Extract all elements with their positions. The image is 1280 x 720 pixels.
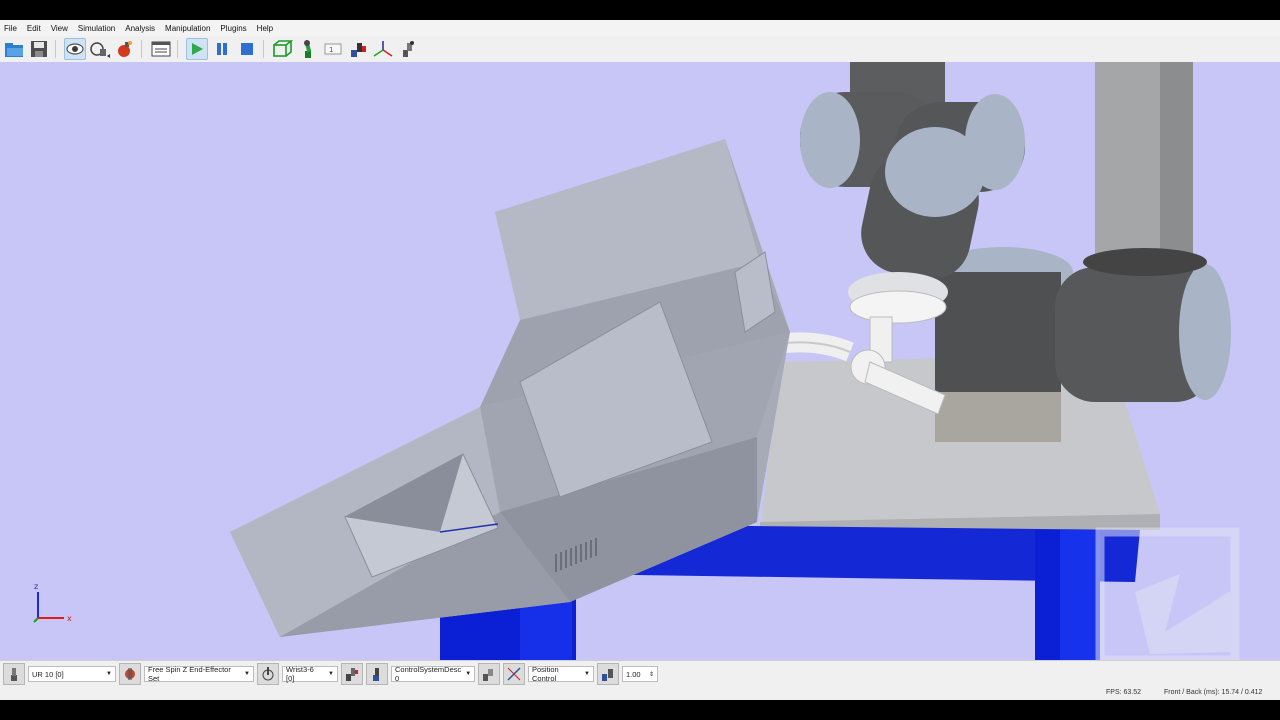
menu-manipulation[interactable]: Manipulation: [165, 24, 210, 33]
svg-text:1: 1: [329, 46, 333, 54]
stop-icon[interactable]: [236, 38, 258, 60]
render-time-readout: Front / Back (ms): 15.74 / 0.412: [1164, 689, 1263, 696]
menu-bar: File Edit View Simulation Analysis Manip…: [0, 20, 1280, 36]
menu-view[interactable]: View: [51, 24, 68, 33]
pause-icon[interactable]: [211, 38, 233, 60]
chevron-down-icon: ▼: [106, 671, 112, 677]
link-icon[interactable]: [257, 663, 279, 685]
play-icon[interactable]: [186, 38, 208, 60]
control-system-icon[interactable]: [366, 663, 388, 685]
menu-file[interactable]: File: [4, 24, 17, 33]
toolbar-separator: [55, 40, 56, 58]
axis-indicator: z x: [30, 582, 80, 627]
frame-icon[interactable]: 1: [322, 38, 344, 60]
box-icon[interactable]: [272, 38, 294, 60]
control-mode-select[interactable]: Position Control ▼: [528, 665, 594, 683]
scene-graphics: [230, 62, 1240, 660]
link-select-value: Wrist3-6 [0]: [286, 665, 314, 683]
speed-spinbox-value: 1.00: [626, 669, 641, 679]
3d-viewport[interactable]: z x: [0, 62, 1280, 660]
bomb-icon[interactable]: [114, 38, 136, 60]
eye-icon[interactable]: [64, 38, 86, 60]
chevron-down-icon: ▼: [328, 671, 334, 677]
menu-edit[interactable]: Edit: [27, 24, 41, 33]
control-mode-robot-icon[interactable]: [478, 663, 500, 685]
axis-z-label: z: [34, 582, 38, 591]
spin-arrows-icon[interactable]: ⇕: [649, 671, 654, 678]
speed-icon[interactable]: [597, 663, 619, 685]
link-select[interactable]: Wrist3-6 [0] ▼: [282, 665, 338, 683]
save-icon[interactable]: [28, 38, 50, 60]
menu-simulation[interactable]: Simulation: [78, 24, 115, 33]
window-top-strip: [0, 0, 1280, 20]
control-mode-select-value: Position Control: [532, 665, 559, 683]
end-effector-select-value: Free Spin Z End-Effector Set: [148, 665, 231, 683]
axis-icon[interactable]: [372, 38, 394, 60]
menu-analysis[interactable]: Analysis: [125, 24, 155, 33]
toolbar-separator: [177, 40, 178, 58]
speed-spinbox[interactable]: 1.00 ⇕: [622, 666, 658, 682]
axis-x-label: x: [67, 614, 72, 623]
menu-help[interactable]: Help: [257, 24, 273, 33]
menu-plugins[interactable]: Plugins: [220, 24, 246, 33]
toolbar-separator: [263, 40, 264, 58]
robot-select-icon[interactable]: [3, 663, 25, 685]
control-robot-icon[interactable]: [341, 663, 363, 685]
end-effector-icon[interactable]: [119, 663, 141, 685]
status-toolbar: UR 10 [0] ▼ Free Spin Z End-Effector Set ▼…: [0, 660, 1280, 687]
camera-icon[interactable]: [89, 38, 111, 60]
display-settings-icon[interactable]: [150, 38, 172, 60]
chevron-down-icon: ▼: [584, 671, 590, 677]
robot-icon[interactable]: [297, 38, 319, 60]
robot-select-value: UR 10 [0]: [32, 669, 64, 679]
info-bar: FPS: 63.52 Front / Back (ms): 15.74 / 0.…: [0, 686, 1280, 700]
toolbar-separator: [141, 40, 142, 58]
position-control-icon[interactable]: [503, 663, 525, 685]
control-system-select[interactable]: ControlSystemDesc 0 ▼: [391, 665, 475, 683]
chevron-down-icon: ▼: [465, 671, 472, 677]
open-icon[interactable]: [3, 38, 25, 60]
end-effector-select[interactable]: Free Spin Z End-Effector Set ▼: [144, 665, 254, 683]
joint-icon[interactable]: [397, 38, 419, 60]
chevron-down-icon: ▼: [244, 671, 250, 677]
fps-readout: FPS: 63.52: [1106, 689, 1142, 696]
main-toolbar: 1: [0, 36, 1280, 63]
control-system-select-value: ControlSystemDesc 0: [395, 665, 462, 683]
manipulator-icon[interactable]: [347, 38, 369, 60]
robot-select[interactable]: UR 10 [0] ▼: [28, 666, 116, 682]
window-bottom-strip: [0, 700, 1280, 720]
